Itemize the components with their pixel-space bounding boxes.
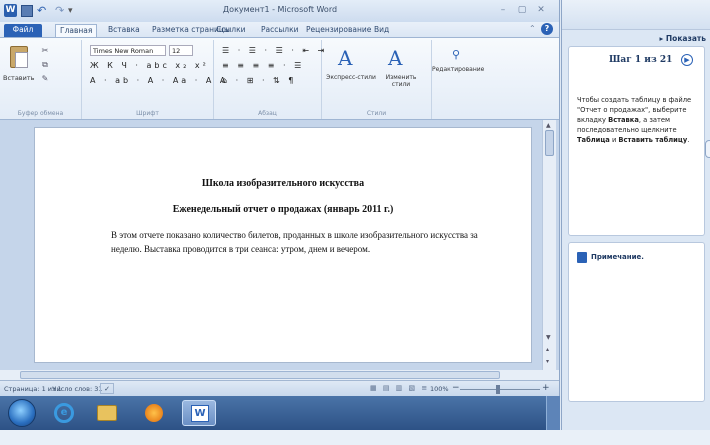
list-buttons-row[interactable]: ☰ · ☰ · ☰ · ⇤ ⇥ — [222, 46, 327, 55]
step-card: Шаг 1 из 21 ▶ Чтобы создать таблицу в фа… — [568, 46, 705, 236]
word-icon: W — [191, 405, 209, 422]
ribbon: Вставить ✂ ⧉ ✎ Буфер обмена Times New Ro… — [0, 37, 559, 120]
zoom-level[interactable]: 100% — [430, 385, 449, 393]
help-pane: ▸ Показать Шаг 1 из 21 ▶ Чтобы создать т… — [561, 0, 710, 430]
font-name-select[interactable]: Times New Roman — [90, 45, 166, 56]
customize-qat-icon[interactable]: ▾ — [68, 4, 73, 18]
font-format-row[interactable]: Ж К Ч · abc x₂ x² — [90, 61, 209, 70]
align-buttons-row[interactable]: ≡ ≡ ≡ ≡ · ☰ — [222, 61, 304, 70]
view-buttons[interactable]: ▦ ▤ ▥ ▧ ≡ — [370, 384, 429, 392]
help-pane-header — [562, 0, 710, 30]
tab-review[interactable]: Рецензирование — [302, 24, 375, 37]
step-instructions: Чтобы создать таблицу в файле "Отчет о п… — [577, 96, 692, 144]
tab-references[interactable]: Ссылки — [212, 24, 249, 37]
minimize-button[interactable]: – — [495, 4, 511, 16]
scroll-down-icon[interactable]: ▼ — [546, 334, 551, 341]
font-size-select[interactable]: 12 — [169, 45, 193, 56]
tab-view[interactable]: Вид — [370, 24, 393, 37]
ribbon-tabs: Файл Главная Вставка Разметка страницы С… — [0, 22, 559, 37]
screen: W ↶ ↷ ▾ Документ1 - Microsoft Word – ▢ ✕… — [0, 0, 710, 445]
document-area: Школа изобразительного искусства Еженеде… — [0, 120, 559, 370]
format-painter-icon[interactable]: ✎ — [40, 74, 50, 84]
next-step-icon[interactable]: ▶ — [681, 54, 693, 66]
maximize-button[interactable]: ▢ — [514, 4, 530, 16]
proofing-icon[interactable]: ✓ — [100, 383, 114, 394]
change-styles-button[interactable]: Изменить стили — [376, 74, 426, 88]
document-heading: Школа изобразительного искусства — [201, 178, 365, 189]
step-counter: Шаг 1 из 21 — [609, 55, 673, 65]
collapse-ribbon-icon[interactable]: ⌃ — [529, 24, 536, 33]
window-title: Документ1 - Microsoft Word — [222, 5, 338, 14]
bottom-strip — [0, 430, 710, 445]
editing-button[interactable]: Редактирование — [432, 66, 484, 73]
paste-button[interactable]: Вставить — [3, 74, 34, 82]
pane-resize-handle[interactable] — [705, 140, 710, 158]
tab-file[interactable]: Файл — [4, 24, 42, 37]
media-player-button[interactable] — [138, 400, 168, 426]
horizontal-scrollbar[interactable] — [0, 370, 559, 380]
scroll-up-icon[interactable]: ▲ — [546, 122, 551, 129]
internet-explorer-icon: e — [54, 403, 74, 423]
document-subheading: Еженедельный отчет о продажах (январь 20… — [172, 204, 394, 215]
font-group-label: Шрифт — [136, 110, 159, 117]
prev-page-icon[interactable]: ▴ — [546, 346, 549, 353]
redo-icon[interactable]: ↷ — [55, 4, 64, 18]
styles-group: A Экспресс-стили A Изменить стили Стили — [322, 40, 432, 119]
zoom-slider[interactable] — [460, 389, 540, 390]
clipboard-group-label: Буфер обмена — [17, 110, 64, 117]
folder-icon — [97, 405, 117, 421]
word-count[interactable]: Число слов: 31 — [52, 385, 103, 393]
show-desktop-button[interactable] — [546, 396, 560, 430]
change-styles-icon[interactable]: A — [388, 46, 402, 70]
binoculars-icon[interactable]: ⚲ — [449, 48, 463, 62]
quick-styles-icon[interactable]: A — [338, 46, 352, 70]
file-explorer-button[interactable] — [92, 400, 122, 426]
font-color-row[interactable]: A · ab · A · Aa · A A — [90, 76, 228, 85]
word-app-icon[interactable]: W — [4, 4, 17, 17]
save-icon[interactable] — [21, 5, 33, 17]
vertical-scrollbar[interactable]: ▲ ▼ ▴ ▾ — [542, 120, 556, 370]
taskbar: e W — [0, 396, 560, 430]
title-bar: W ↶ ↷ ▾ Документ1 - Microsoft Word – ▢ ✕ — [0, 0, 559, 22]
paragraph-group-label: Абзац — [258, 110, 277, 117]
document-page[interactable]: Школа изобразительного искусства Еженеде… — [34, 127, 532, 363]
notes-icon — [577, 252, 587, 263]
horizontal-scroll-thumb[interactable] — [20, 371, 500, 379]
tab-home[interactable]: Главная — [55, 24, 98, 37]
font-group: Times New Roman 12 Ж К Ч · abc x₂ x² A ·… — [82, 40, 225, 119]
cut-icon[interactable]: ✂ — [40, 46, 50, 56]
start-button[interactable] — [8, 399, 36, 427]
zoom-in-icon[interactable]: + — [542, 383, 550, 393]
document-body-paragraph: В этом отчете показано количество билето… — [111, 230, 478, 254]
editing-group: ⚲ Редактирование — [432, 40, 484, 119]
undo-icon[interactable]: ↶ — [37, 4, 46, 18]
internet-explorer-button[interactable]: e — [48, 400, 78, 426]
show-button[interactable]: ▸ Показать — [660, 34, 706, 43]
word-taskbar-button[interactable]: W — [182, 400, 216, 426]
zoom-out-icon[interactable]: − — [452, 383, 460, 393]
next-page-icon[interactable]: ▾ — [546, 358, 549, 365]
tab-insert[interactable]: Вставка — [104, 24, 144, 37]
close-button[interactable]: ✕ — [533, 4, 549, 16]
shading-buttons-row[interactable]: ⌂ · ⊞ · ⇅ ¶ — [222, 76, 296, 85]
notes-label: Примечание. — [591, 253, 644, 261]
clipboard-group: Вставить ✂ ⧉ ✎ Буфер обмена — [0, 40, 82, 119]
styles-group-label: Стили — [366, 110, 387, 117]
notes-card: Примечание. — [568, 242, 705, 402]
help-icon[interactable]: ? — [541, 23, 553, 35]
word-window: W ↶ ↷ ▾ Документ1 - Microsoft Word – ▢ ✕… — [0, 0, 560, 396]
copy-icon[interactable]: ⧉ — [40, 60, 50, 70]
paragraph-group: ☰ · ☰ · ☰ · ⇤ ⇥ ≡ ≡ ≡ ≡ · ☰ ⌂ · ⊞ · ⇅ ¶ … — [214, 40, 324, 119]
zoom-slider-thumb[interactable] — [496, 385, 500, 394]
quick-styles-button[interactable]: Экспресс-стили — [324, 74, 378, 81]
paste-icon[interactable] — [10, 46, 28, 68]
status-bar: Страница: 1 из 1 Число слов: 31 ✓ ▦ ▤ ▥ … — [0, 380, 559, 396]
media-player-icon — [145, 404, 163, 422]
tab-mailings[interactable]: Рассылки — [257, 24, 303, 37]
vertical-scroll-thumb[interactable] — [545, 130, 554, 156]
